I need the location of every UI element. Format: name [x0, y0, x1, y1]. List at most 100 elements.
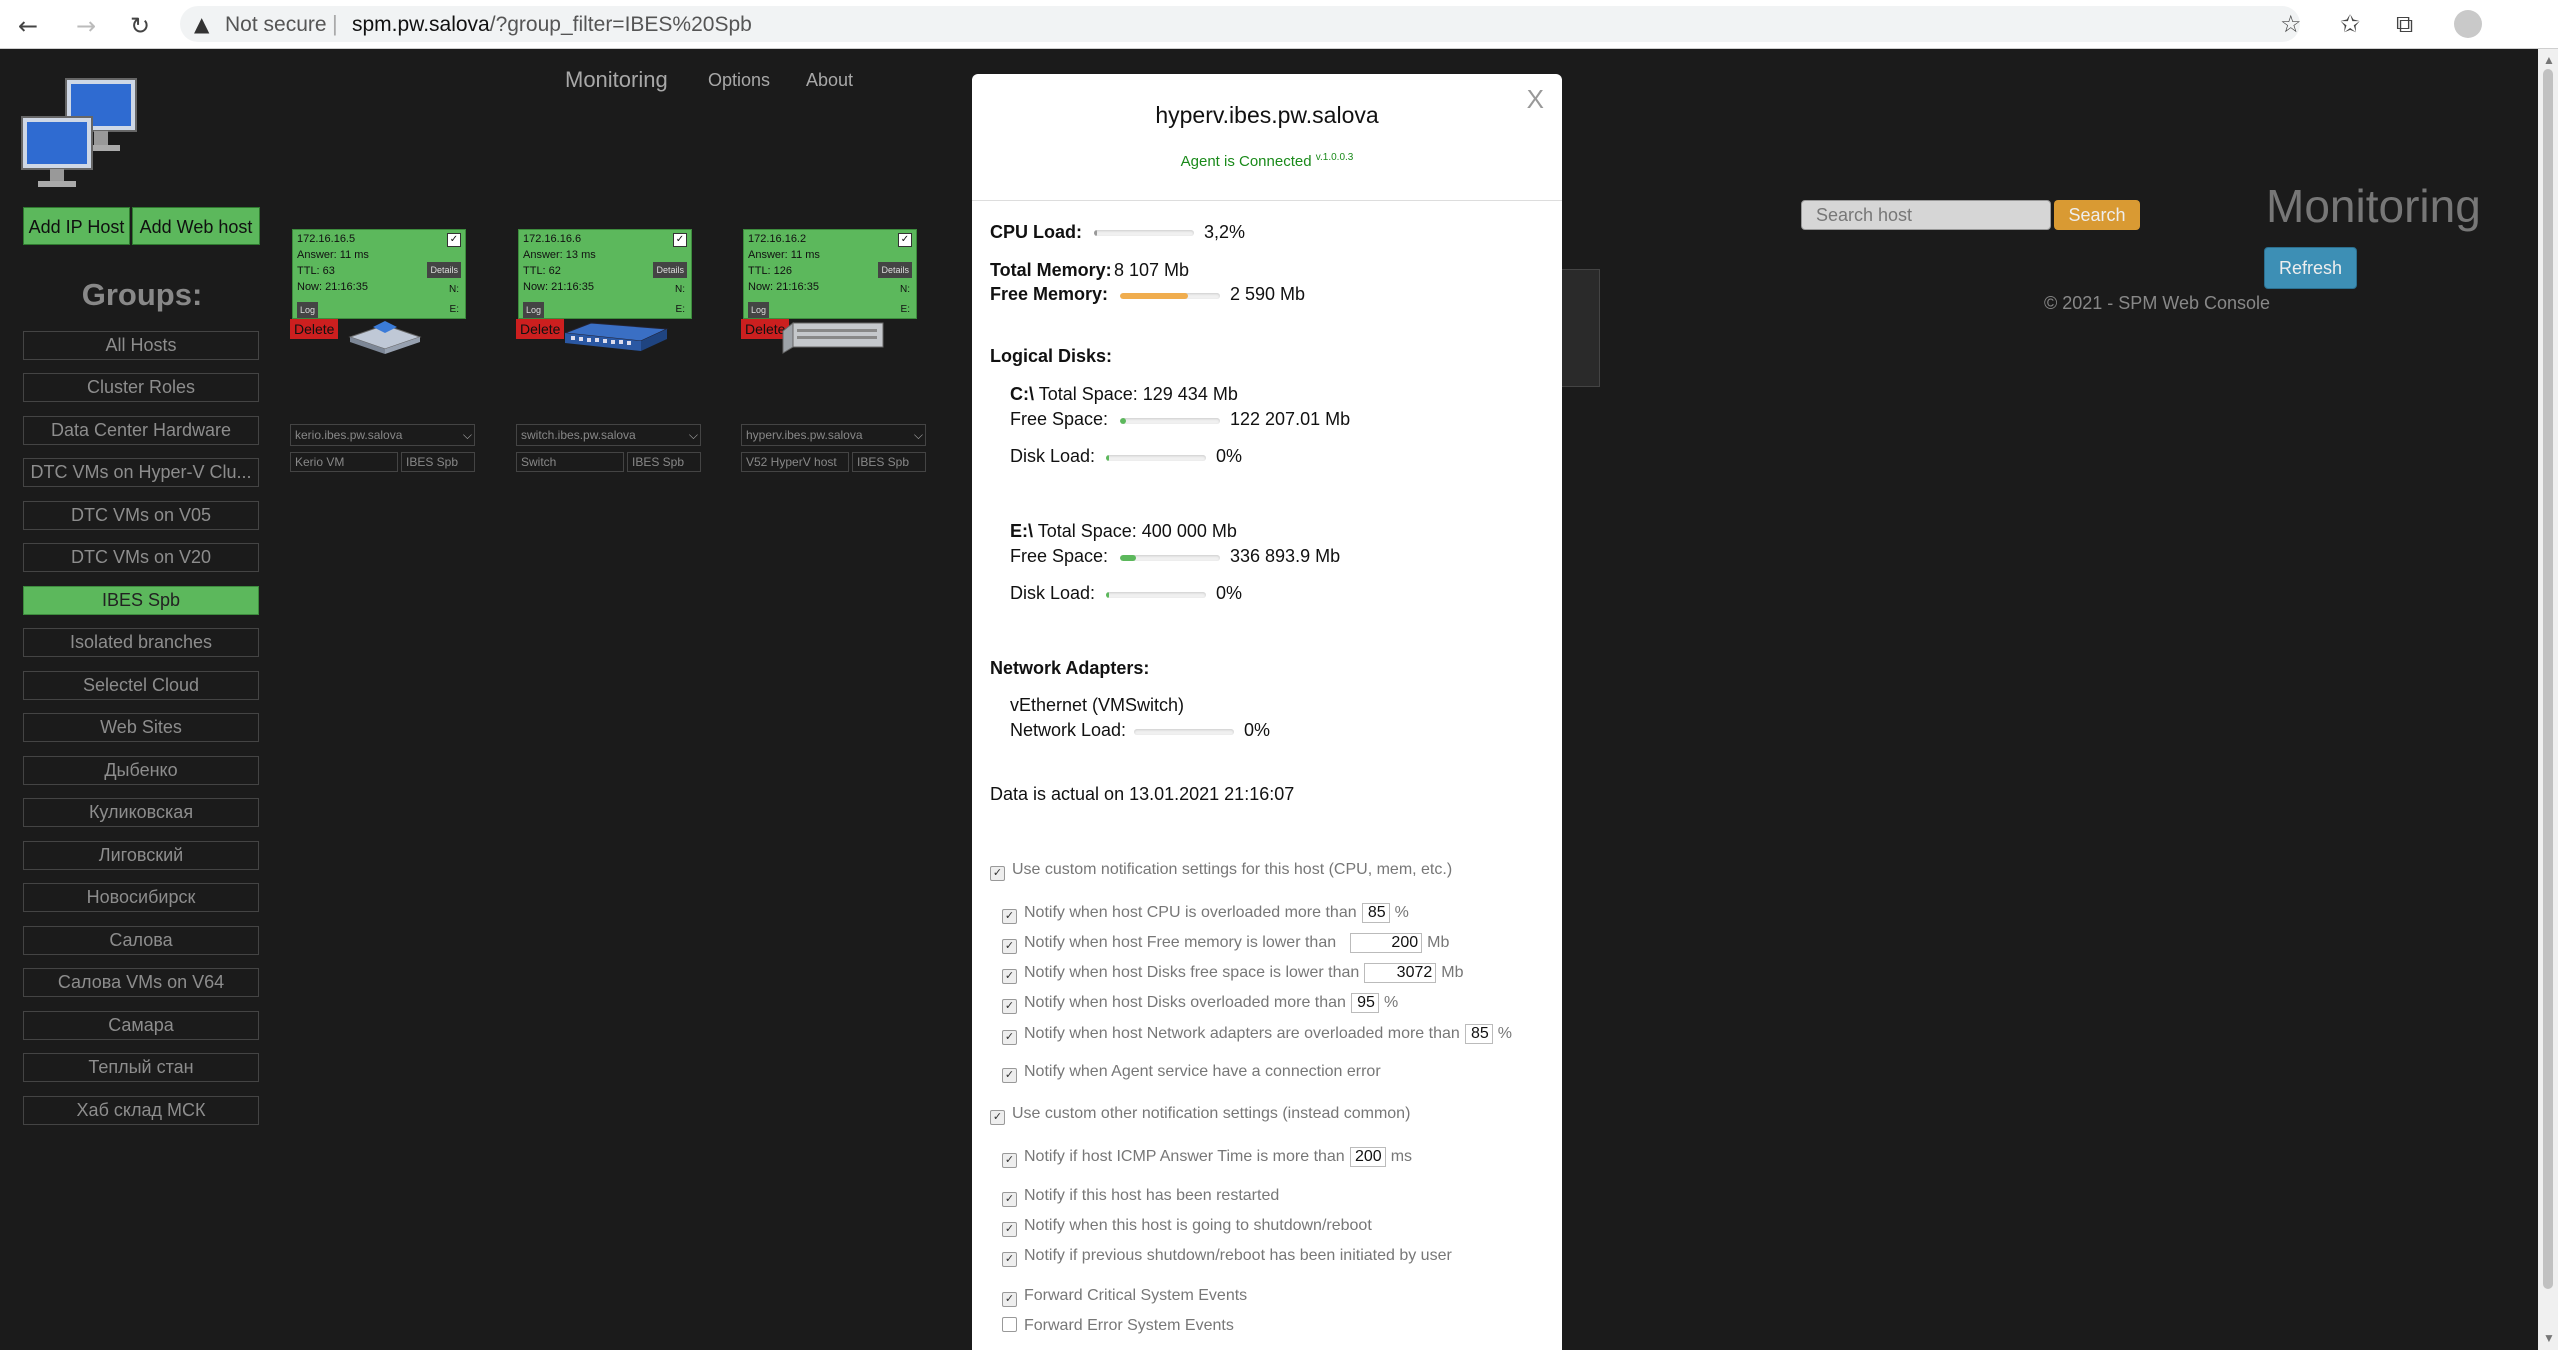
group-item-selectel-cloud[interactable]: Selectel Cloud — [23, 671, 259, 700]
network-threshold-input[interactable]: 85 — [1464, 1024, 1493, 1044]
group-item-cluster-roles[interactable]: Cluster Roles — [23, 373, 259, 402]
server-device-icon — [348, 321, 422, 354]
favorites-icon[interactable]: ✩ — [2340, 10, 2360, 38]
custom-other-checkbox[interactable]: ✓ Use custom other notification settings … — [990, 1105, 1410, 1125]
disk-free-notify-unit: Mb — [1441, 964, 1464, 981]
group-item-novosibirsk[interactable]: Новосибирск — [23, 883, 259, 912]
scrollbar-thumb[interactable] — [2543, 69, 2553, 1289]
host-select-checkbox[interactable]: ✓ — [447, 233, 461, 247]
disk-free-threshold-input[interactable]: 3072 — [1364, 963, 1437, 983]
host-group-field[interactable]: IBES Spb — [401, 452, 475, 472]
total-memory-value: 8 107 Mb — [1114, 260, 1190, 280]
disk-c-free-label: Free Space: — [1010, 409, 1109, 429]
star-icon[interactable]: ☆ — [2280, 10, 2302, 38]
group-item-hub-sklad-msk[interactable]: Хаб склад МСК — [23, 1096, 259, 1125]
disk-load-notify-row[interactable]: ✓ Notify when host Disks overloaded more … — [1002, 993, 1398, 1014]
disk-e-load-fill — [1106, 592, 1109, 598]
memory-threshold-input[interactable]: 200 — [1350, 933, 1423, 953]
group-item-tepliy-stan[interactable]: Теплый стан — [23, 1053, 259, 1082]
network-notify-row[interactable]: ✓ Notify when host Network adapters are o… — [1002, 1024, 1512, 1045]
notify-toggle-label[interactable]: N: — [449, 282, 459, 298]
delete-button[interactable]: Delete — [516, 319, 564, 339]
reload-icon[interactable]: ↻ — [130, 12, 150, 40]
host-description-field[interactable]: Kerio VM — [290, 452, 398, 472]
host-group-field[interactable]: IBES Spb — [852, 452, 926, 472]
free-memory-label: Free Memory: — [990, 284, 1109, 304]
group-item-samara[interactable]: Самара — [23, 1011, 259, 1040]
group-item-dtc-vms-v05[interactable]: DTC VMs on V05 — [23, 501, 259, 530]
nav-about[interactable]: About — [806, 70, 853, 91]
host-group-field[interactable]: IBES Spb — [627, 452, 701, 472]
add-ip-host-button[interactable]: Add IP Host — [23, 207, 130, 245]
checkbox-icon: ✓ — [990, 1110, 1005, 1125]
group-item-isolated-branches[interactable]: Isolated branches — [23, 628, 259, 657]
group-item-salova-vms-v64[interactable]: Салова VMs on V64 — [23, 968, 259, 997]
disk-c-free-fill — [1120, 418, 1126, 424]
group-item-ibes-spb[interactable]: IBES Spb — [23, 586, 259, 615]
group-item-kulikovskaya[interactable]: Куликовская — [23, 798, 259, 827]
group-item-dtc-vms-hyper-v[interactable]: DTC VMs on Hyper-V Clu... — [23, 458, 259, 487]
log-button[interactable]: Log — [297, 302, 319, 318]
groups-title: Groups: — [81, 277, 203, 312]
group-item-ligovsky[interactable]: Лиговский — [23, 841, 259, 870]
add-web-host-button[interactable]: Add Web host — [132, 207, 260, 245]
restart-notify-row[interactable]: ✓ Notify if this host has been restarted — [1002, 1187, 1279, 1207]
notify-toggle-label[interactable]: N: — [900, 282, 910, 298]
custom-notification-checkbox[interactable]: ✓ Use custom notification settings for th… — [990, 861, 1452, 881]
search-button[interactable]: Search — [2054, 200, 2140, 230]
shutdown-notify-row[interactable]: ✓ Notify when this host is going to shutd… — [1002, 1217, 1372, 1237]
cpu-threshold-input[interactable]: 85 — [1361, 903, 1390, 923]
delete-button[interactable]: Delete — [290, 319, 338, 339]
host-name-select[interactable]: hyperv.ibes.pw.salova ⌵ — [741, 424, 926, 446]
disk-c-total: C:\ Total Space: 129 434 Mb — [1010, 384, 1238, 405]
forward-icon[interactable]: → — [76, 12, 96, 40]
host-select-checkbox[interactable]: ✓ — [898, 233, 912, 247]
cpu-notify-row[interactable]: ✓ Notify when host CPU is overloaded more… — [1002, 903, 1409, 924]
disk-load-threshold-input[interactable]: 95 — [1350, 993, 1379, 1013]
forward-critical-row[interactable]: ✓ Forward Critical System Events — [1002, 1287, 1247, 1307]
memory-notify-row[interactable]: ✓ Notify when host Free memory is lower t… — [1002, 933, 1449, 954]
collections-icon[interactable]: ⧉ — [2396, 10, 2413, 38]
group-item-web-sites[interactable]: Web Sites — [23, 713, 259, 742]
agent-error-notify-row[interactable]: ✓ Notify when Agent service have a connec… — [1002, 1063, 1381, 1083]
details-button[interactable]: Details — [878, 262, 912, 278]
log-button[interactable]: Log — [748, 302, 770, 318]
host-name-select[interactable]: kerio.ibes.pw.salova ⌵ — [290, 424, 475, 446]
user-shutdown-notify-row[interactable]: ✓ Notify if previous shutdown/reboot has … — [1002, 1247, 1452, 1267]
host-description-field[interactable]: Switch — [516, 452, 624, 472]
host-name-select[interactable]: switch.ibes.pw.salova ⌵ — [516, 424, 701, 446]
notify-toggle-label[interactable]: N: — [675, 282, 685, 298]
host-description-field[interactable]: V52 HyperV host — [741, 452, 849, 472]
vertical-scrollbar[interactable]: ▲ ▼ — [2538, 49, 2558, 1350]
refresh-button[interactable]: Refresh — [2264, 247, 2357, 289]
host-answer: Answer: 13 ms — [523, 249, 596, 261]
details-button[interactable]: Details — [653, 262, 687, 278]
events-toggle-label[interactable]: E: — [450, 302, 459, 318]
profile-avatar[interactable] — [2454, 10, 2482, 38]
disk-free-notify-row[interactable]: ✓ Notify when host Disks free space is lo… — [1002, 963, 1464, 984]
details-button[interactable]: Details — [427, 262, 461, 278]
scroll-up-icon[interactable]: ▲ — [2543, 53, 2555, 67]
forward-error-label: Forward Error System Events — [1024, 1317, 1234, 1334]
events-toggle-label[interactable]: E: — [676, 302, 685, 318]
back-icon[interactable]: ← — [18, 12, 38, 40]
url-text: spm.pw.salova/?group_filter=IBES%20Spb — [352, 13, 752, 37]
search-input[interactable]: Search host — [1801, 200, 2051, 230]
group-item-all-hosts[interactable]: All Hosts — [23, 331, 259, 360]
group-item-data-center-hardware[interactable]: Data Center Hardware — [23, 416, 259, 445]
checkbox-icon: ✓ — [1002, 1068, 1017, 1083]
group-item-dybenko[interactable]: Дыбенко — [23, 756, 259, 785]
custom-notification-label: Use custom notification settings for thi… — [1012, 861, 1453, 878]
nav-monitoring[interactable]: Monitoring — [565, 67, 668, 93]
icmp-notify-row[interactable]: ✓ Notify if host ICMP Answer Time is more… — [1002, 1147, 1412, 1168]
scroll-down-icon[interactable]: ▼ — [2543, 1331, 2555, 1345]
group-item-dtc-vms-v20[interactable]: DTC VMs on V20 — [23, 543, 259, 572]
group-item-salova[interactable]: Салова — [23, 926, 259, 955]
address-bar[interactable]: ▲ Not secure | spm.pw.salova/?group_filt… — [180, 6, 2300, 42]
nav-options[interactable]: Options — [708, 70, 770, 91]
icmp-threshold-input[interactable]: 200 — [1349, 1147, 1386, 1167]
events-toggle-label[interactable]: E: — [901, 302, 910, 318]
host-select-checkbox[interactable]: ✓ — [673, 233, 687, 247]
forward-error-row[interactable]: Forward Error System Events — [1002, 1317, 1234, 1335]
log-button[interactable]: Log — [523, 302, 545, 318]
